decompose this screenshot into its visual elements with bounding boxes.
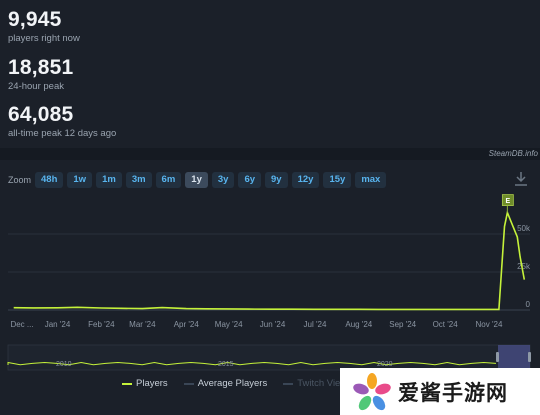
chart-legend: Players Average Players Twitch View: [122, 378, 363, 389]
player-stats: 9,945 players right now 18,851 24-hour p…: [0, 0, 540, 148]
steamdb-credit[interactable]: SteamDB.info: [489, 149, 538, 158]
navigator-handle-left: [496, 352, 499, 362]
download-icon[interactable]: [514, 171, 528, 187]
x-tick-label: Mar '24: [129, 320, 156, 329]
x-tick-label: Nov '24: [476, 320, 503, 329]
zoom-button-3y[interactable]: 3y: [211, 172, 235, 188]
peak-flag-label: E: [506, 198, 511, 205]
day-peak-stat: 18,851 24-hour peak: [8, 57, 73, 93]
navigator-year-label: 2010: [56, 361, 72, 368]
x-tick-label: May '24: [215, 320, 243, 329]
legend-average[interactable]: Average Players: [183, 378, 268, 389]
legend-players-swatch: [122, 382, 132, 385]
zoom-button-6y[interactable]: 6y: [238, 172, 262, 188]
x-tick-label: Apr '24: [174, 320, 200, 329]
legend-twitch-swatch: [283, 382, 294, 385]
navigator-selection: [498, 345, 530, 370]
zoom-button-max[interactable]: max: [355, 172, 387, 188]
x-tick-label: Jan '24: [45, 320, 71, 329]
day-peak-label: 24-hour peak: [8, 81, 64, 92]
zoom-button-12y[interactable]: 12y: [291, 172, 320, 188]
zoom-bar: Zoom 48h 1w 1m 3m 6m 1y 3y 6y 9y 12y 15y max: [8, 171, 390, 189]
navigator-year-label: 2020: [377, 361, 393, 368]
zoom-button-6m[interactable]: 6m: [155, 172, 182, 188]
legend-average-swatch: [183, 382, 194, 385]
x-tick-label: Feb '24: [88, 320, 115, 329]
navigator-handle-right: [528, 352, 531, 362]
alltime-peak-stat: 64,085 all-time peak 12 days ago: [8, 104, 116, 140]
zoom-button-1y[interactable]: 1y: [185, 172, 208, 188]
y-tick-label: 50k: [517, 224, 531, 233]
x-tick-label: Sep '24: [389, 320, 416, 329]
x-tick-label: Jun '24: [260, 320, 286, 329]
alltime-peak-label: all-time peak 12 days ago: [8, 128, 117, 139]
zoom-button-48h[interactable]: 48h: [35, 172, 64, 188]
flower-logo-icon: [353, 372, 391, 410]
navigator-track: [7, 344, 531, 371]
legend-players-label: Players: [136, 378, 168, 389]
x-tick-label: Oct '24: [433, 320, 459, 329]
zoom-button-15y[interactable]: 15y: [323, 172, 352, 188]
legend-players[interactable]: Players: [122, 378, 168, 389]
current-players-stat: 9,945 players right now: [8, 9, 80, 45]
x-tick-label: Jul '24: [304, 320, 327, 329]
y-tick-label: 0: [526, 300, 531, 309]
x-tick-label: Dec ...: [10, 320, 33, 329]
day-peak-value: 18,851: [8, 56, 74, 79]
current-players-value: 9,945: [8, 8, 62, 31]
legend-average-label: Average Players: [197, 378, 268, 389]
x-tick-label: Aug '24: [345, 320, 372, 329]
site-watermark: 爱酱手游网: [340, 368, 540, 415]
y-tick-label: 25k: [517, 262, 531, 271]
zoom-button-9y[interactable]: 9y: [265, 172, 288, 188]
current-players-label: players right now: [8, 33, 80, 44]
zoom-button-3m[interactable]: 3m: [125, 172, 152, 188]
legend-twitch[interactable]: Twitch View: [283, 378, 347, 389]
zoom-label: Zoom: [8, 175, 32, 185]
players-series-line: [13, 209, 526, 311]
navigator-year-label: 2015: [218, 361, 234, 368]
zoom-button-1w[interactable]: 1w: [67, 172, 93, 188]
watermark-text: 爱酱手游网: [398, 380, 508, 405]
alltime-peak-value: 64,085: [8, 103, 74, 126]
zoom-button-1m[interactable]: 1m: [96, 172, 122, 188]
